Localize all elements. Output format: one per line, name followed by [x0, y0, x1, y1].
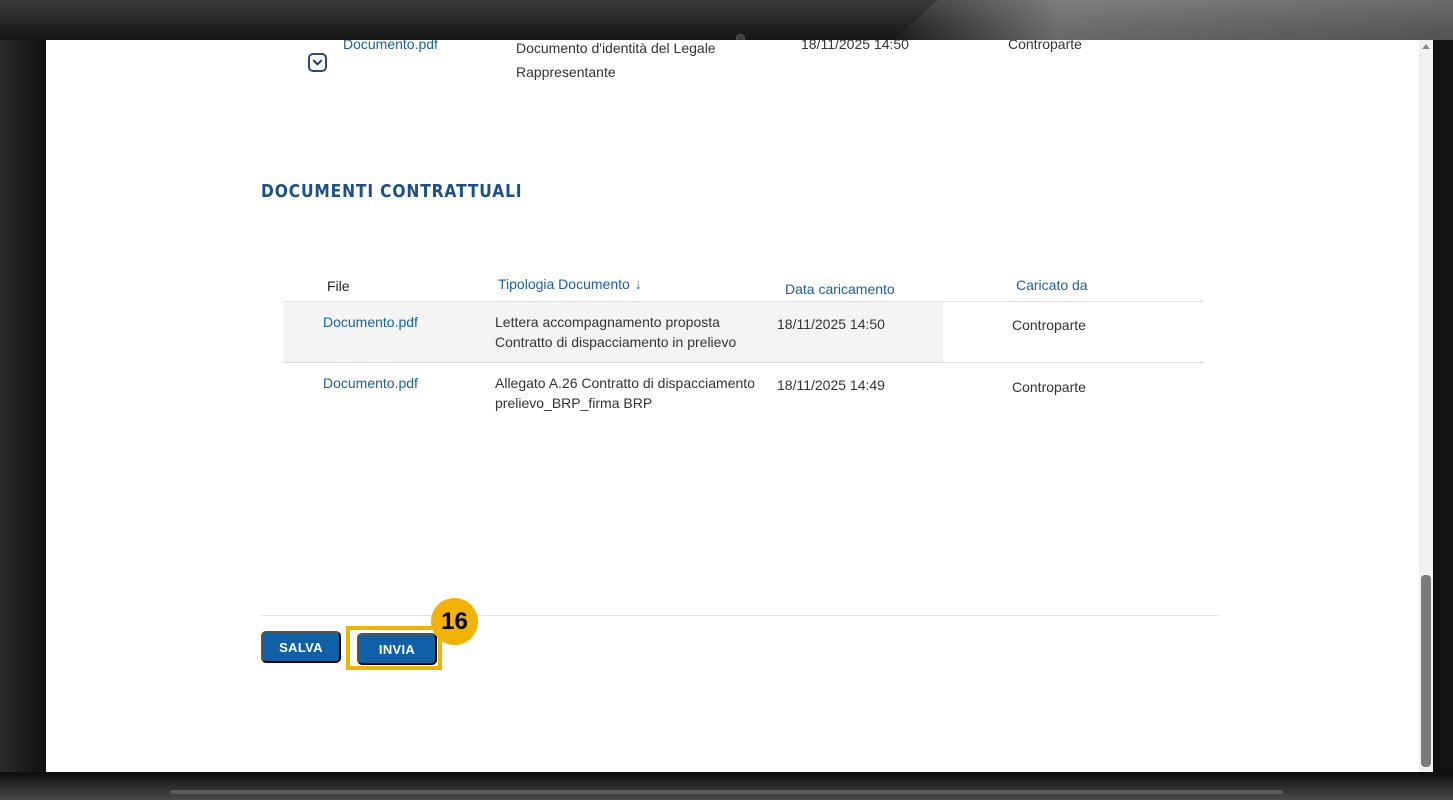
bezel-reflection: [893, 0, 1453, 40]
section-title: DOCUMENTI CONTRATTUALI: [261, 181, 523, 202]
previous-document-row: Documento.pdf Documento d'identità del L…: [46, 40, 1246, 110]
uploaded-by: Controparte: [1012, 379, 1086, 395]
laptop-base: [0, 772, 1453, 800]
laptop-hinge: [170, 790, 1283, 794]
actions-divider: [261, 615, 1219, 616]
document-type: Lettera accompagnamento proposta Contrat…: [495, 314, 737, 350]
previous-document-type: Documento d'identità del Legale Rapprese…: [516, 40, 716, 80]
step-number-badge: 16: [431, 598, 478, 645]
column-header-date[interactable]: Data caricamento: [785, 281, 895, 297]
previous-file-link[interactable]: Documento.pdf: [343, 40, 438, 52]
save-button[interactable]: SALVA: [261, 631, 341, 663]
expand-row-button[interactable]: [308, 53, 327, 72]
file-link[interactable]: Documento.pdf: [323, 373, 418, 393]
column-header-uploaded-by[interactable]: Caricato da: [1016, 277, 1088, 293]
file-link[interactable]: Documento.pdf: [323, 312, 418, 332]
vertical-scrollbar[interactable]: [1419, 40, 1433, 772]
screen: Documento.pdf Documento d'identità del L…: [46, 40, 1433, 772]
chevron-down-icon: [312, 59, 323, 66]
previous-upload-date: 18/11/2025 14:50: [801, 40, 909, 52]
laptop-bezel-right: [1433, 40, 1453, 775]
upload-date: 18/11/2025 14:49: [777, 377, 885, 393]
laptop-bezel-left: [0, 40, 46, 775]
previous-uploaded-by: Controparte: [1008, 40, 1082, 52]
uploaded-by: Controparte: [1012, 317, 1086, 333]
table-row: Documento.pdf Lettera accompagnamento pr…: [283, 302, 1203, 363]
column-header-type[interactable]: Tipologia Documento ↓: [498, 276, 642, 292]
column-header-type-label: Tipologia Documento: [498, 276, 630, 292]
step-highlight-frame: [346, 626, 442, 670]
scrollbar-thumb[interactable]: [1421, 575, 1431, 767]
caret-up-icon[interactable]: [1422, 44, 1430, 49]
arrow-down-icon: ↓: [634, 276, 642, 292]
column-header-file: File: [327, 278, 350, 294]
document-type: Allegato A.26 Contratto di dispacciament…: [495, 375, 755, 411]
table-row: Documento.pdf Allegato A.26 Contratto di…: [283, 363, 1203, 425]
upload-date: 18/11/2025 14:50: [777, 316, 885, 332]
